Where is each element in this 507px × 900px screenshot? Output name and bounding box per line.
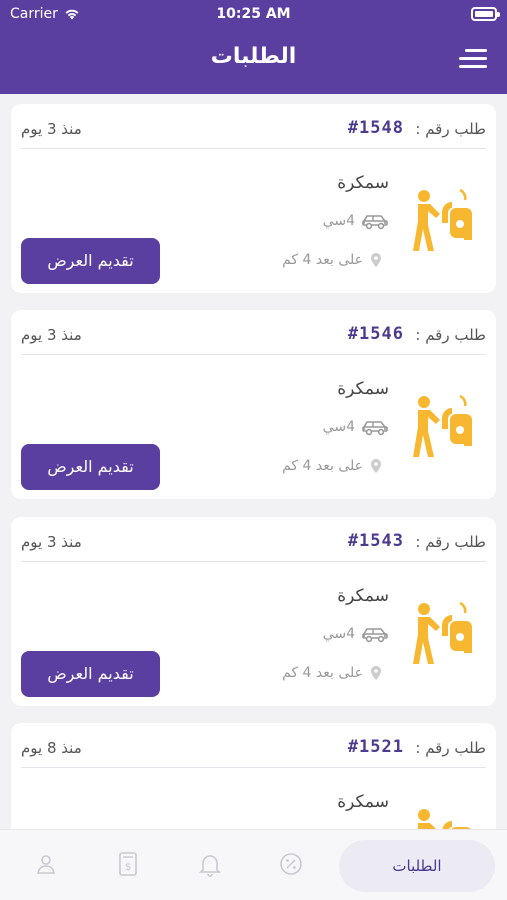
distance-info: على بعد 4 كم: [282, 252, 381, 268]
order-age: منذ 3 يوم: [21, 533, 82, 551]
location-pin-icon: [371, 253, 381, 267]
order-card-header: طلب رقم : #1543 منذ 3 يوم: [11, 517, 496, 563]
order-number: #1548: [347, 118, 404, 138]
divider: [21, 561, 486, 562]
discount-icon: [280, 853, 302, 875]
car-icon: [362, 628, 388, 643]
order-card[interactable]: طلب رقم : #1548 منذ 3 يوم سمكرة 4سي على …: [11, 104, 496, 293]
car-info: 4سي: [323, 212, 389, 230]
order-label: طلب رقم :: [415, 120, 486, 138]
svg-text:$: $: [125, 862, 131, 873]
car-info: 4سي: [323, 418, 389, 436]
orders-list[interactable]: طلب رقم : #1548 منذ 3 يوم سمكرة 4سي على …: [0, 94, 507, 829]
order-card-header: طلب رقم : #1546 منذ 3 يوم: [11, 310, 496, 356]
order-number: #1543: [347, 531, 404, 551]
order-card[interactable]: طلب رقم : #1546 منذ 3 يوم سمكرة 4سي على …: [11, 310, 496, 499]
service-type: سمكرة: [337, 792, 389, 812]
distance-text: على بعد 4 كم: [282, 665, 363, 681]
mechanic-icon: [413, 601, 472, 664]
order-age: منذ 8 يوم: [21, 739, 82, 757]
order-card-header: طلب رقم : #1521 منذ 8 يوم: [11, 723, 496, 769]
location-pin-icon: [371, 666, 381, 680]
order-age: منذ 3 يوم: [21, 326, 82, 344]
order-card-header: طلب رقم : #1548 منذ 3 يوم: [11, 104, 496, 150]
submit-offer-button[interactable]: تقديم العرض: [21, 238, 160, 284]
status-bar: Carrier 10:25 AM: [0, 0, 507, 30]
tab-bar: $ الطلبات: [0, 829, 507, 900]
submit-offer-button[interactable]: تقديم العرض: [21, 444, 160, 490]
divider: [21, 767, 486, 768]
order-label: طلب رقم :: [415, 326, 486, 344]
battery-icon: [471, 7, 500, 21]
order-number: #1546: [347, 324, 404, 344]
page-title: الطلبات: [210, 44, 297, 69]
car-model: 4سي: [322, 213, 355, 229]
order-age: منذ 3 يوم: [21, 120, 82, 138]
tab-orders[interactable]: الطلبات: [339, 840, 495, 892]
mechanic-icon: [418, 809, 471, 829]
status-time: 10:25 AM: [216, 6, 291, 22]
divider: [21, 354, 486, 355]
service-type: سمكرة: [337, 586, 389, 606]
location-pin-icon: [371, 459, 381, 473]
car-model: 4سي: [322, 626, 355, 642]
order-label: طلب رقم :: [415, 739, 486, 757]
tab-profile[interactable]: [26, 844, 66, 884]
top-bar: Carrier 10:25 AM الطلبات: [0, 0, 507, 94]
service-type: سمكرة: [337, 173, 389, 193]
mechanic-icon: [413, 394, 472, 457]
car-info: 4سي: [323, 625, 389, 643]
bell-icon: [199, 855, 221, 877]
tab-notifications[interactable]: [190, 844, 230, 884]
distance-info: على بعد 4 كم: [282, 665, 381, 681]
distance-info: على بعد 4 كم: [282, 458, 381, 474]
order-card[interactable]: طلب رقم : #1521 منذ 8 يوم سمكرة: [11, 723, 496, 829]
distance-text: على بعد 4 كم: [282, 458, 363, 474]
tab-offers[interactable]: [271, 844, 311, 884]
mechanic-icon: [413, 188, 472, 251]
service-type: سمكرة: [337, 379, 389, 399]
car-icon: [362, 421, 388, 436]
order-number: #1521: [347, 737, 404, 757]
profile-icon: [37, 855, 55, 874]
car-model: 4سي: [322, 419, 355, 435]
submit-offer-button[interactable]: تقديم العرض: [21, 651, 160, 697]
tab-invoices[interactable]: $: [108, 844, 148, 884]
invoice-icon: $: [119, 852, 137, 876]
car-icon: [362, 215, 388, 230]
menu-icon[interactable]: [459, 48, 487, 70]
order-card[interactable]: طلب رقم : #1543 منذ 3 يوم سمكرة 4سي على …: [11, 517, 496, 706]
order-label: طلب رقم :: [415, 533, 486, 551]
distance-text: على بعد 4 كم: [282, 252, 363, 268]
divider: [21, 148, 486, 149]
